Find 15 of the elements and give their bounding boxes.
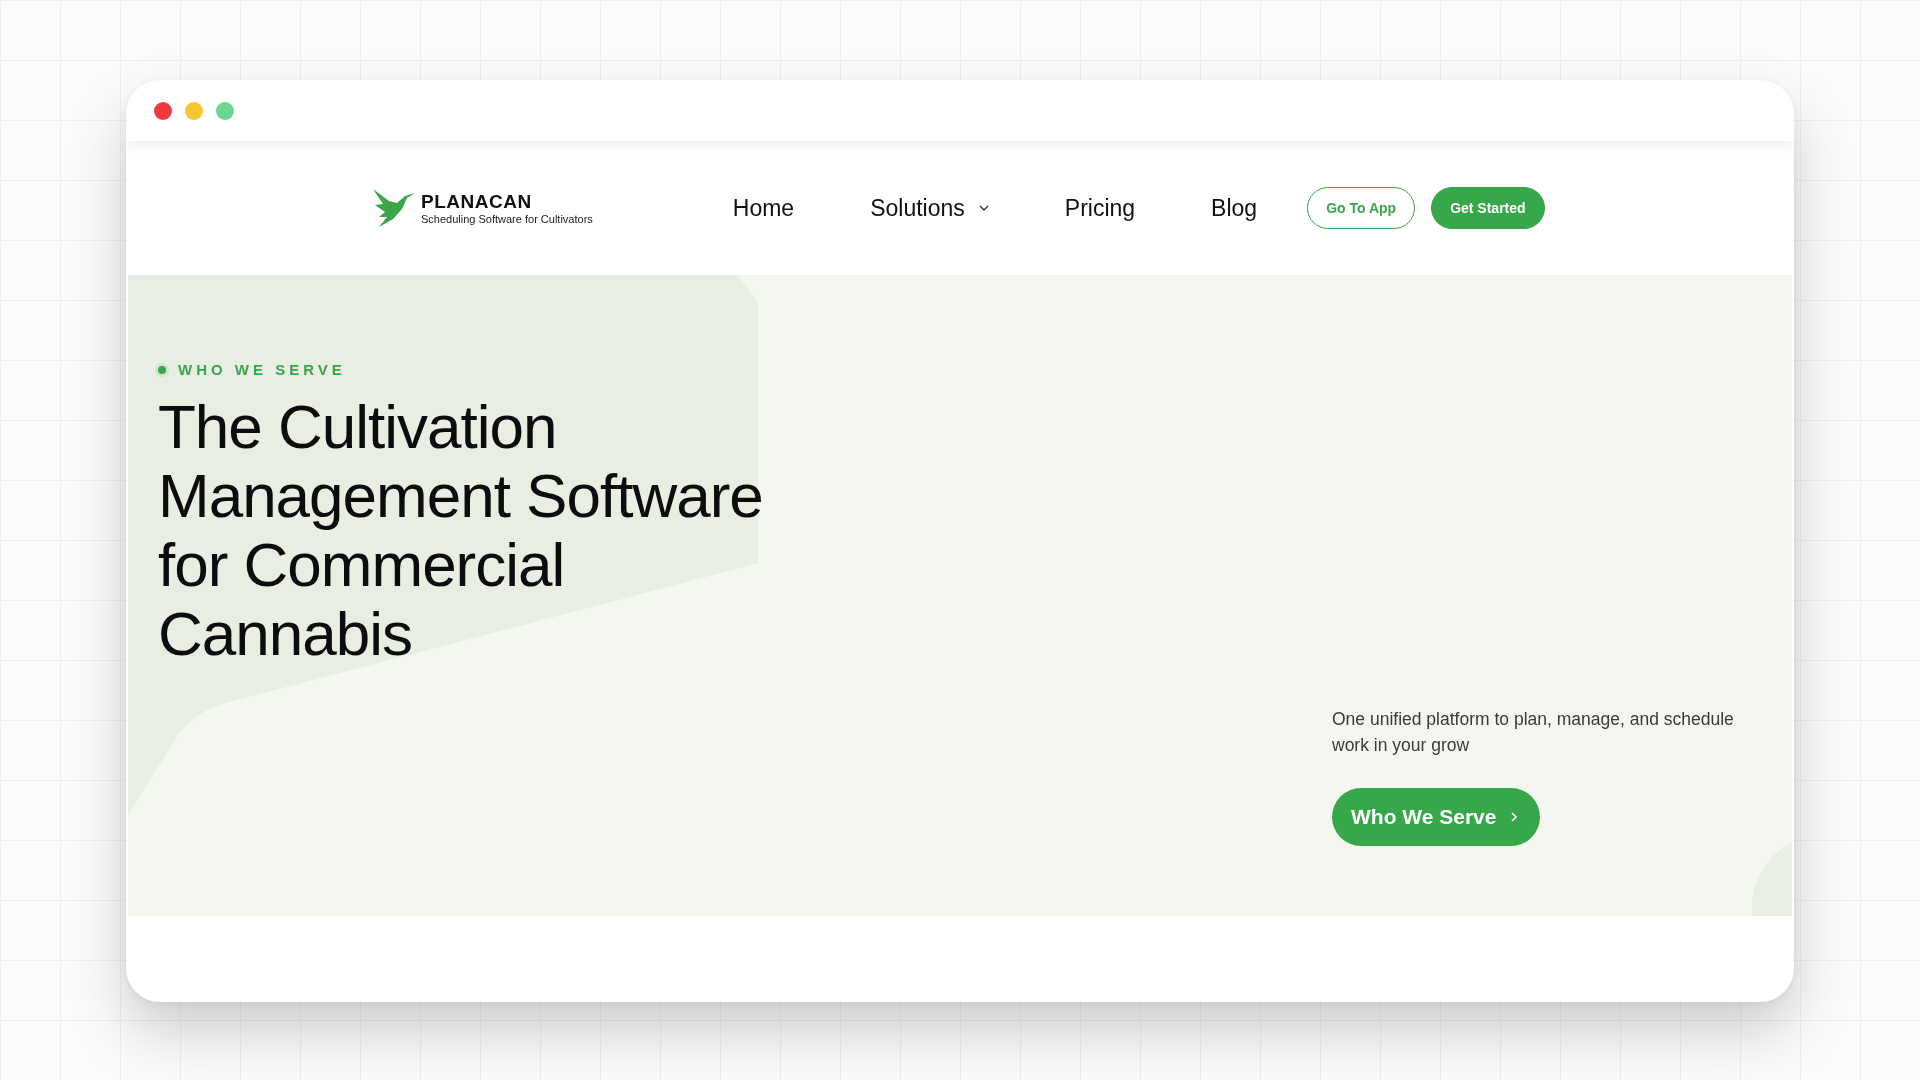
nav-link[interactable]: Solutions bbox=[870, 194, 989, 222]
chevron-right-icon bbox=[1510, 811, 1519, 823]
hero-headline: The Cultivation Management Software for Commercial Cannabis bbox=[158, 392, 764, 668]
bullet-icon bbox=[158, 365, 166, 374]
nav-link[interactable]: Home bbox=[732, 194, 795, 222]
window-button[interactable] bbox=[154, 101, 172, 120]
nav-link[interactable]: Blog bbox=[1211, 194, 1258, 222]
nav-link[interactable]: Pricing bbox=[1064, 194, 1136, 222]
brand-name: PLANACAN bbox=[421, 191, 533, 213]
bird-logo-icon bbox=[371, 187, 417, 229]
section-eyebrow: WHO WE SERVE bbox=[178, 361, 346, 378]
window-button[interactable] bbox=[185, 101, 203, 120]
hero-description: One unified platform to plan, manage, and schedule work in your grow bbox=[1332, 708, 1735, 757]
brand-tagline: Scheduling Software for Cultivators bbox=[421, 213, 593, 225]
window-button[interactable] bbox=[216, 101, 234, 120]
